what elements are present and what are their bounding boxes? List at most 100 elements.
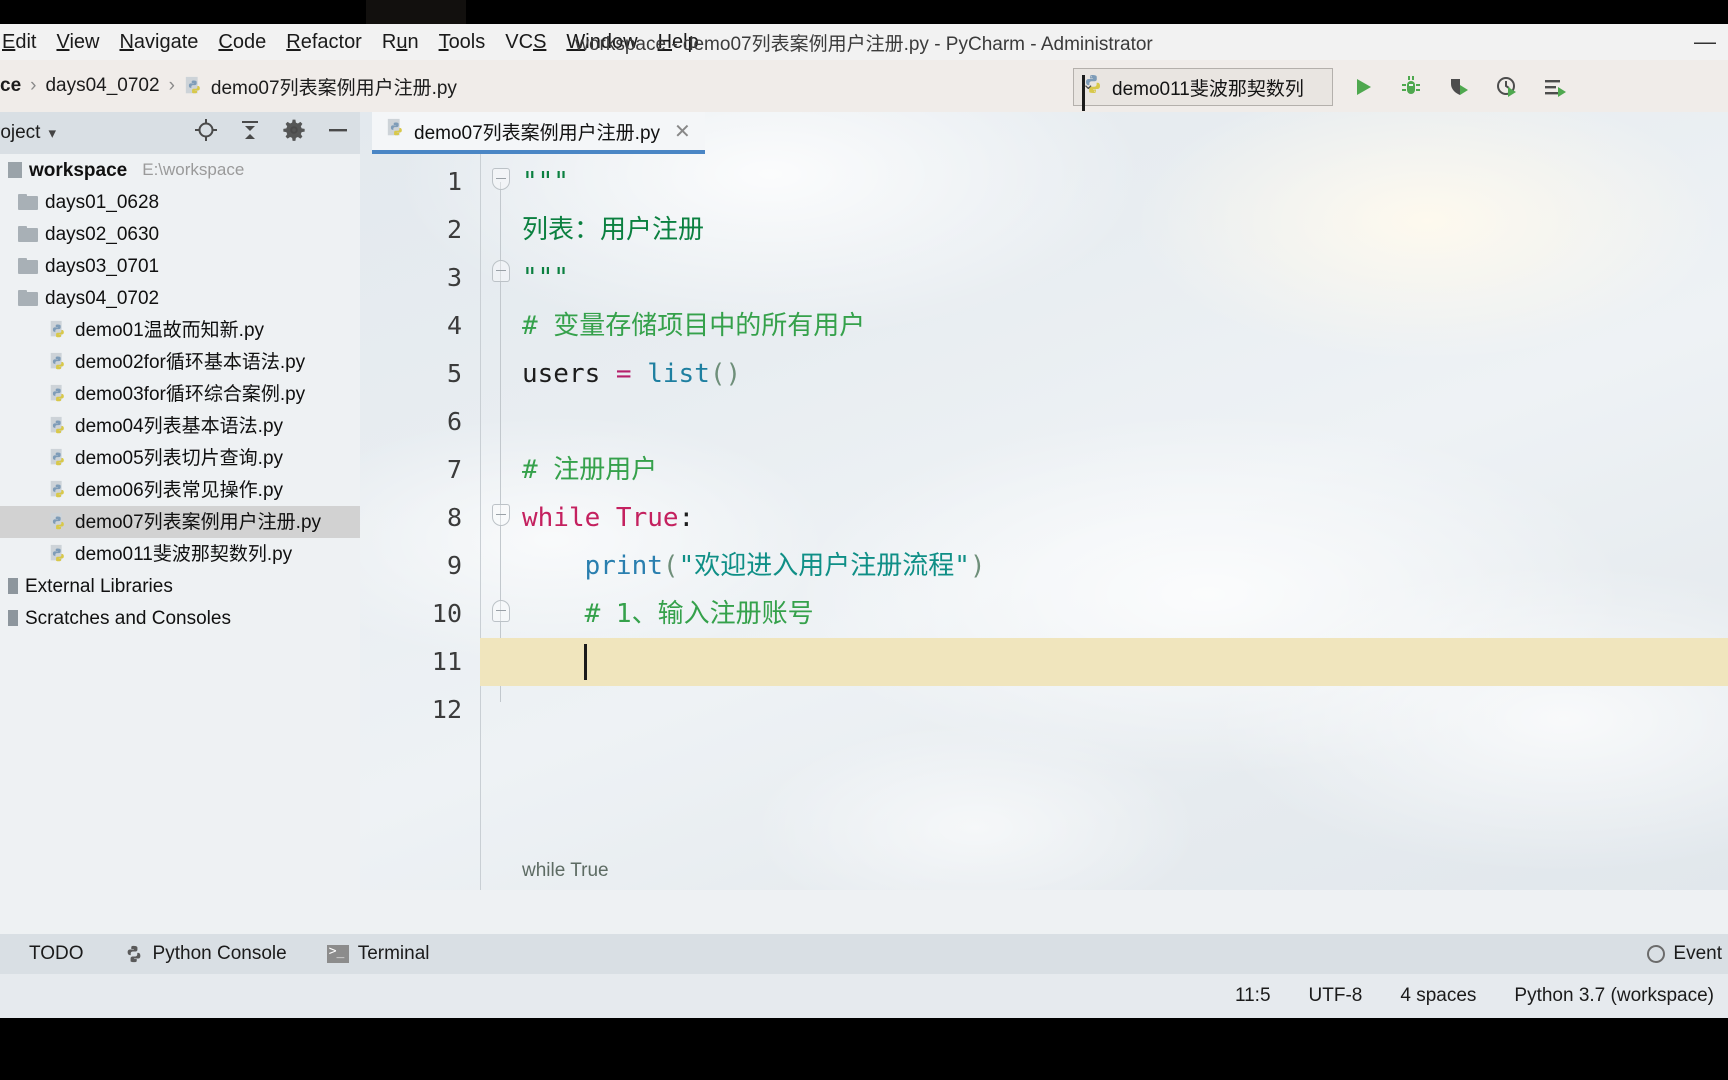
tree-node-2[interactable]: days02_0630 (0, 218, 360, 250)
menu-item-navigate[interactable]: Navigate (109, 31, 208, 54)
status-encoding[interactable]: UTF-8 (1309, 985, 1363, 1007)
code-token: = (615, 359, 648, 389)
tree-node-12[interactable]: demo011斐波那契数列.py (0, 538, 360, 570)
project-tree[interactable]: workspace E:\workspace days01_0628 days02_0… (0, 154, 360, 890)
code-content[interactable]: """ 列表：用户注册 """ # 变量存储项目中的所有用户 users = list(… (522, 154, 1728, 890)
line-number-1[interactable]: 1 (447, 158, 462, 206)
menu-item-edit[interactable]: Edit (0, 31, 46, 54)
run-icon[interactable] (1348, 72, 1378, 102)
code-token: ) (969, 551, 986, 581)
menu-item-refactor[interactable]: Refactor (276, 31, 372, 54)
tree-node-9[interactable]: demo05列表切片查询.py (0, 442, 360, 474)
menu-item-code[interactable]: Code (208, 31, 276, 54)
menu-item-tools[interactable]: Tools (429, 31, 496, 54)
collapse-all-icon[interactable] (238, 118, 262, 148)
code-token: () (709, 359, 742, 389)
event-log-button[interactable]: Event (1647, 943, 1728, 965)
breadcrumb-separator: › (168, 75, 175, 96)
tree-node-4[interactable]: days04_0702 (0, 282, 360, 314)
line-number-8[interactable]: 8 (447, 494, 462, 542)
run-configuration-name: demo011斐波那契数列 (1112, 78, 1304, 100)
tree-node-label: demo02for循环基本语法.py (75, 351, 306, 373)
debug-icon[interactable] (1396, 72, 1426, 102)
code-line-9[interactable]: print("欢迎进入用户注册流程") (522, 542, 986, 590)
breadcrumb-item-1[interactable]: days04_0702 (45, 75, 159, 97)
editor-tab-label: demo07列表案例用户注册.py (414, 122, 661, 144)
tree-node-14[interactable]: Scratches and Consoles (0, 602, 360, 634)
line-number-4[interactable]: 4 (447, 302, 462, 350)
line-number-2[interactable]: 2 (447, 206, 462, 254)
tool-window-python-console[interactable]: Python Console (104, 943, 307, 965)
line-number-7[interactable]: 7 (447, 446, 462, 494)
line-number-10[interactable]: 10 (432, 590, 462, 638)
tool-window-terminal[interactable]: Terminal (307, 943, 450, 965)
menu-item-run[interactable]: Run (372, 31, 429, 54)
status-caret-position[interactable]: 11:5 (1235, 985, 1271, 1007)
window-edge-bottom (0, 1018, 1728, 1080)
breadcrumb-item-2[interactable]: demo07列表案例用户注册.py (184, 73, 457, 100)
tree-node-8[interactable]: demo04列表基本语法.py (0, 410, 360, 442)
code-line-10[interactable]: # 1、输入注册账号 (522, 590, 814, 638)
fold-marker-while[interactable] (492, 504, 510, 526)
code-token: ( (662, 551, 679, 581)
code-line-5[interactable]: users = list() (522, 350, 741, 398)
fold-marker-docstring-end[interactable] (492, 260, 510, 282)
code-line-3[interactable]: """ (522, 254, 569, 302)
breadcrumb[interactable]: ce › days04_0702 › demo07列表案例用户注册.py (0, 73, 457, 100)
tree-node-3[interactable]: days03_0701 (0, 250, 360, 282)
line-number-5[interactable]: 5 (447, 350, 462, 398)
tree-node-1[interactable]: days01_0628 (0, 186, 360, 218)
code-line-7[interactable]: # 注册用户 (522, 446, 657, 494)
code-line-2[interactable]: 列表：用户注册 (522, 206, 704, 254)
line-number-6[interactable]: 6 (447, 398, 462, 446)
code-line-11[interactable] (522, 638, 585, 686)
line-number-12[interactable]: 12 (432, 686, 462, 734)
tool-window-python-console-label: Python Console (152, 943, 287, 964)
editor-gutter[interactable]: 1 2 3 4 5 6 7 8 9 10 11 12 (360, 154, 480, 890)
fold-marker-docstring-start[interactable] (492, 168, 510, 190)
status-indent[interactable]: 4 spaces (1400, 985, 1476, 1007)
project-panel-header: roject ▾ (0, 112, 360, 154)
tree-node-0[interactable]: workspace E:\workspace (0, 154, 360, 186)
tree-node-10[interactable]: demo06列表常见操作.py (0, 474, 360, 506)
minimize-button[interactable]: — (1694, 24, 1716, 60)
code-line-4[interactable]: # 变量存储项目中的所有用户 (522, 302, 865, 350)
code-token: : (678, 503, 695, 533)
run-configuration-selector[interactable]: demo011斐波那契数列 ⌄ (1073, 68, 1333, 111)
line-number-9[interactable]: 9 (447, 542, 462, 590)
code-folding-column[interactable] (481, 154, 521, 890)
folder-icon (18, 258, 38, 274)
tree-node-6[interactable]: demo02for循环基本语法.py (0, 346, 360, 378)
tree-node-13[interactable]: External Libraries (0, 570, 360, 602)
editor-tab-demo07[interactable]: demo07列表案例用户注册.py ✕ (372, 112, 705, 154)
tree-node-label: days03_0701 (45, 255, 160, 277)
window-edge-tab (366, 0, 466, 24)
run-anything-icon[interactable] (1540, 72, 1570, 102)
tool-window-todo[interactable]: TODO (0, 943, 104, 965)
close-icon[interactable]: ✕ (674, 119, 691, 144)
profile-icon[interactable] (1492, 72, 1522, 102)
fold-marker-block[interactable] (492, 600, 510, 622)
menu-item-vcs[interactable]: VCS (495, 31, 556, 54)
chevron-down-icon[interactable]: ⌄ (1082, 75, 1095, 111)
menu-item-help[interactable]: Help (648, 31, 709, 54)
code-line-8[interactable]: while True: (522, 494, 694, 542)
line-number-11[interactable]: 11 (432, 638, 462, 686)
tree-node-7[interactable]: demo03for循环综合案例.py (0, 378, 360, 410)
breadcrumb-item-0[interactable]: ce (0, 75, 21, 97)
tree-node-11[interactable]: demo07列表案例用户注册.py (0, 506, 360, 538)
tree-node-5[interactable]: demo01温故而知新.py (0, 314, 360, 346)
line-number-3[interactable]: 3 (447, 254, 462, 302)
project-view-dropdown-icon[interactable]: ▾ (48, 124, 56, 142)
run-with-coverage-icon[interactable] (1444, 72, 1474, 102)
library-icon (8, 610, 18, 626)
hide-panel-icon[interactable] (326, 118, 350, 148)
settings-gear-icon[interactable] (282, 118, 306, 148)
status-interpreter[interactable]: Python 3.7 (workspace) (1514, 985, 1714, 1007)
menu-item-window[interactable]: Window (556, 31, 647, 54)
code-line-1[interactable]: """ (522, 158, 569, 206)
tree-node-label: Scratches and Consoles (25, 607, 231, 629)
menu-item-view[interactable]: View (46, 31, 109, 54)
locate-icon[interactable] (194, 118, 218, 148)
